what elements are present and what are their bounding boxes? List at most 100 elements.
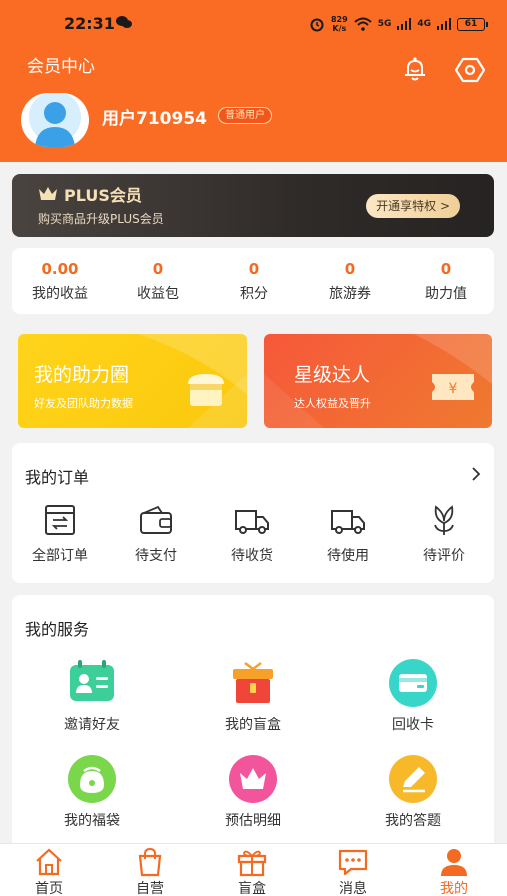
service-blind-box[interactable]: 我的盲盒 [193, 657, 313, 734]
gift-icon [237, 850, 267, 877]
tab-messages[interactable]: 消息 [318, 847, 388, 896]
card-icon [389, 659, 437, 707]
lucky-bag-icon [68, 755, 116, 803]
signal-icon [397, 18, 412, 30]
all-orders-icon [45, 505, 75, 535]
order-pending-payment[interactable]: 待支付 [110, 503, 202, 565]
order-pending-review[interactable]: 待评价 [398, 503, 490, 565]
stat-boost-value[interactable]: 0 助力值 [398, 260, 494, 303]
stat-travel-vouchers[interactable]: 0 旅游券 [302, 260, 398, 303]
tab-blind-box[interactable]: 盲盒 [217, 847, 287, 896]
wechat-icon [116, 16, 132, 28]
username: 用户710954 [102, 109, 207, 129]
stat-label: 助力值 [425, 286, 467, 302]
stat-label: 旅游券 [329, 286, 371, 302]
order-all[interactable]: 全部订单 [14, 503, 106, 565]
order-pending-receipt[interactable]: 待收货 [206, 503, 298, 565]
chevron-right-icon[interactable] [470, 466, 482, 482]
wifi-icon [354, 17, 372, 31]
stat-value: 0.00 [41, 260, 79, 278]
shopping-bag-icon [138, 847, 162, 877]
bell-icon[interactable] [400, 55, 430, 85]
service-label: 回收卡 [392, 717, 434, 733]
stat-label: 我的收益 [32, 286, 88, 302]
plus-member-card[interactable]: PLUS会员 购买商品升级PLUS会员 开通享特权 > [12, 174, 494, 237]
order-label: 待收货 [231, 548, 273, 564]
plus-subtitle: 购买商品升级PLUS会员 [38, 212, 164, 226]
tab-label: 自营 [136, 881, 164, 896]
plus-title: PLUS会员 [64, 186, 142, 205]
crown-icon [39, 187, 57, 200]
crown-icon [229, 755, 277, 803]
stat-label: 积分 [240, 286, 268, 302]
service-label: 我的福袋 [64, 813, 120, 829]
pencil-icon [389, 755, 437, 803]
contact-card-icon [70, 660, 114, 701]
settings-icon[interactable] [455, 55, 485, 85]
message-icon [338, 849, 368, 876]
signal-1-label: 5G [377, 19, 392, 29]
promo-title: 我的助力圈 [34, 364, 130, 386]
order-label: 全部订单 [32, 548, 88, 564]
promo-star-expert[interactable]: 星级达人 达人权益及晋升 ¥ [264, 334, 492, 428]
tab-label: 首页 [35, 881, 63, 896]
services-title: 我的服务 [25, 620, 90, 639]
order-pending-use[interactable]: 待使用 [302, 503, 394, 565]
promo-boost-circle[interactable]: 我的助力圈 好友及团队助力数据 [18, 334, 247, 428]
user-level-badge: 普通用户 [218, 107, 272, 124]
service-label: 我的答题 [385, 813, 441, 829]
stat-value: 0 [440, 260, 452, 278]
avatar[interactable] [21, 93, 89, 147]
order-label: 待使用 [327, 548, 369, 564]
stat-value: 0 [344, 260, 356, 278]
battery-icon: 61 [457, 17, 488, 31]
stat-value: 0 [152, 260, 164, 278]
truck-icon [331, 510, 365, 534]
service-my-quiz[interactable]: 我的答题 [353, 753, 473, 830]
signal-icon [437, 18, 451, 30]
service-invite-friends[interactable]: 邀请好友 [32, 657, 152, 734]
status-right: 829 K/s 5G 4G 61 [309, 14, 488, 34]
orders-title: 我的订单 [25, 468, 90, 487]
wallet-icon [140, 505, 172, 534]
bottom-tab-bar: 首页 自营 盲盒 消息 我的 [0, 843, 507, 896]
svg-text:¥: ¥ [449, 381, 458, 397]
service-lucky-bag[interactable]: 我的福袋 [32, 753, 152, 830]
promo-title: 星级达人 [294, 364, 371, 386]
orders-card: 我的订单 全部订单 待支付 待收货 待使用 待评价 [12, 443, 494, 583]
stat-earnings[interactable]: 0.00 我的收益 [12, 260, 108, 303]
person-icon [441, 849, 467, 876]
tab-label: 盲盒 [238, 881, 266, 896]
page-title: 会员中心 [27, 57, 95, 77]
service-estimate-details[interactable]: 预估明细 [193, 753, 313, 830]
service-label: 我的盲盒 [225, 717, 281, 733]
truck-icon [235, 510, 269, 534]
stat-earnings-pack[interactable]: 0 收益包 [110, 260, 206, 303]
net-speed: 829 K/s [330, 15, 348, 33]
status-time: 22:31 [64, 14, 115, 33]
gift-box-icon [233, 662, 273, 703]
promo-subtitle: 好友及团队助力数据 [34, 397, 133, 410]
order-label: 待支付 [135, 548, 177, 564]
tab-home[interactable]: 首页 [14, 847, 84, 896]
services-card: 我的服务 邀请好友 我的盲盒 回收卡 我的福袋 预估明细 我的答题 [12, 595, 494, 855]
tab-self-operated[interactable]: 自营 [115, 847, 185, 896]
flower-icon [434, 505, 454, 535]
status-bar: 22:31 829 K/s 5G 4G 61 [0, 0, 507, 48]
stat-points[interactable]: 0 积分 [206, 260, 302, 303]
tab-mine[interactable]: 我的 [419, 847, 489, 896]
shop-icon [188, 374, 224, 406]
ticket-icon: ¥ [432, 374, 474, 400]
tab-label: 消息 [339, 881, 367, 896]
order-label: 待评价 [423, 548, 465, 564]
stat-label: 收益包 [137, 286, 179, 302]
alarm-icon [310, 18, 324, 32]
tab-label: 我的 [440, 881, 468, 896]
header: 22:31 829 K/s 5G 4G 61 会员中心 用户710954 普通用… [0, 0, 507, 162]
stat-value: 0 [248, 260, 260, 278]
open-privileges-button[interactable]: 开通享特权 > [366, 194, 460, 218]
home-icon [36, 848, 62, 876]
service-recycle-card[interactable]: 回收卡 [353, 657, 473, 734]
user-avatar-icon [29, 93, 81, 147]
service-label: 邀请好友 [64, 717, 120, 733]
